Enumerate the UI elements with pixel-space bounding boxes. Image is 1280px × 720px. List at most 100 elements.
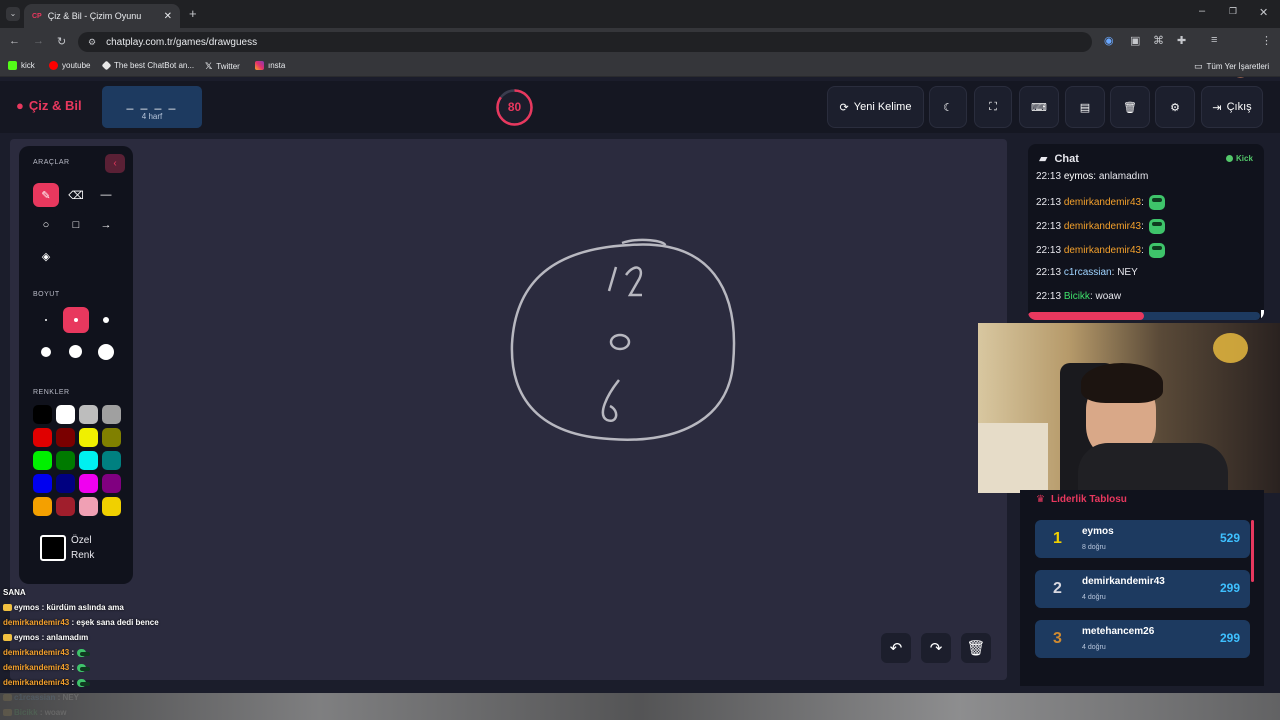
color-swatch[interactable]: [79, 474, 98, 493]
extension-icon-2[interactable]: ▣: [1130, 34, 1140, 47]
color-swatch[interactable]: [56, 474, 75, 493]
color-swatch[interactable]: [79, 405, 98, 424]
frog-emote-icon: [1148, 195, 1165, 210]
fullscreen-icon: ⛶: [989, 100, 997, 113]
chat-time: 22:13: [1036, 267, 1062, 278]
tab-search-icon[interactable]: ⌄: [6, 7, 20, 21]
instagram-icon: [255, 61, 264, 70]
size-option-1[interactable]: [33, 307, 59, 333]
frog-emote-icon: [77, 648, 91, 657]
extension-icon[interactable]: ◉: [1104, 34, 1114, 47]
color-swatch[interactable]: [56, 405, 75, 424]
brush-tool[interactable]: ✎: [33, 183, 59, 207]
tab-close-icon[interactable]: ✕: [164, 11, 172, 22]
color-swatch[interactable]: [102, 428, 121, 447]
chat-message: 22:13 demirkandemir43:: [1036, 219, 1165, 234]
color-swatch[interactable]: [79, 451, 98, 470]
arrow-tool[interactable]: →: [93, 213, 119, 237]
theme-toggle-button[interactable]: ☾: [929, 86, 967, 128]
webcam-hair: [1081, 363, 1163, 403]
site-info-icon[interactable]: ⚙: [88, 37, 96, 48]
keyboard-button[interactable]: ⌨: [1019, 86, 1059, 128]
bookmark-twitter[interactable]: 𝕏 Twitter: [205, 61, 240, 72]
bookmark-insta[interactable]: ınsta: [255, 61, 285, 70]
circle-tool[interactable]: ○: [33, 213, 59, 237]
address-bar[interactable]: ⚙ chatplay.com.tr/games/drawguess: [78, 32, 1092, 52]
size-section-title: BOYUT: [33, 291, 60, 298]
color-swatch[interactable]: [102, 497, 121, 516]
undo-button[interactable]: ↶: [881, 633, 911, 663]
custom-color-label[interactable]: Özel Renk: [71, 533, 94, 563]
size-option-3[interactable]: [93, 307, 119, 333]
chat-username[interactable]: eymos: [1064, 171, 1093, 182]
line-tool[interactable]: —: [93, 183, 119, 207]
collapse-tools-button[interactable]: ‹: [105, 154, 125, 173]
chat-message: 22:13 c1rcassian: NEY: [1036, 267, 1138, 278]
puzzle-icon[interactable]: ✚: [1177, 34, 1186, 47]
number-12-stroke: [607, 266, 643, 297]
color-swatch[interactable]: [56, 428, 75, 447]
url-text: chatplay.com.tr/games/drawguess: [106, 36, 258, 48]
size-option-2[interactable]: [63, 307, 89, 333]
webcam-feed: [978, 323, 1280, 493]
new-tab-icon[interactable]: +: [189, 6, 197, 21]
color-swatch[interactable]: [56, 497, 75, 516]
redo-icon: ↷: [929, 640, 943, 657]
color-swatch[interactable]: [56, 451, 75, 470]
rectangle-tool[interactable]: □: [63, 213, 89, 237]
forward-icon[interactable]: →: [33, 35, 44, 47]
color-swatch[interactable]: [79, 428, 98, 447]
restore-icon[interactable]: ❐: [1229, 6, 1237, 17]
color-swatch[interactable]: [33, 474, 52, 493]
overlay-username: demirkandemir43: [3, 618, 70, 627]
color-swatch[interactable]: [33, 451, 52, 470]
clear-canvas-button[interactable]: 🗑: [961, 633, 991, 663]
reading-list-icon[interactable]: ≡: [1211, 34, 1217, 46]
eraser-tool[interactable]: ⌫: [63, 183, 89, 207]
back-icon[interactable]: ←: [9, 35, 20, 47]
bookmark-youtube[interactable]: youtube: [49, 61, 90, 70]
size-option-5[interactable]: [63, 339, 89, 365]
chat-scroll-handle[interactable]: [1261, 310, 1264, 320]
all-bookmarks[interactable]: ▭ Tüm Yer İşaretleri: [1194, 61, 1269, 72]
browser-tab[interactable]: CP Çiz & Bil - Çizim Oyunu ✕: [24, 4, 180, 28]
gamepad-icon[interactable]: ⌘: [1153, 34, 1164, 47]
color-swatch[interactable]: [33, 497, 52, 516]
chat-header: ▰ Chat: [1039, 152, 1079, 166]
app-logo[interactable]: ● Çiz & Bil: [16, 98, 82, 113]
color-swatch[interactable]: [102, 405, 121, 424]
bookmark-kick[interactable]: kick: [8, 61, 35, 70]
custom-color-swatch[interactable]: [40, 535, 66, 561]
tab-title: Çiz & Bil - Çizim Oyunu: [47, 11, 142, 21]
settings-button[interactable]: ⚙: [1155, 86, 1195, 128]
chat-username[interactable]: demirkandemir43: [1064, 245, 1141, 256]
overlay-text: :: [71, 663, 75, 672]
bookmark-chatbot[interactable]: The best ChatBot an...: [101, 60, 194, 71]
color-swatch[interactable]: [79, 497, 98, 516]
color-swatch[interactable]: [33, 405, 52, 424]
archive-button[interactable]: ▤: [1065, 86, 1105, 128]
size-option-6[interactable]: [93, 339, 119, 365]
close-window-icon[interactable]: ✕: [1259, 6, 1268, 19]
chat-username[interactable]: Bicikk: [1064, 291, 1090, 302]
redo-button[interactable]: ↷: [921, 633, 951, 663]
fullscreen-button[interactable]: ⛶: [974, 86, 1012, 128]
exit-button[interactable]: ⇥ Çıkış: [1201, 86, 1263, 128]
color-swatch[interactable]: [102, 474, 121, 493]
palette-icon: ●: [16, 98, 24, 113]
new-word-button[interactable]: ⟳ Yeni Kelime: [827, 86, 924, 128]
moon-icon: ☾: [943, 101, 953, 114]
color-swatch[interactable]: [33, 428, 52, 447]
color-swatch[interactable]: [102, 451, 121, 470]
menu-icon[interactable]: ⋮: [1261, 34, 1272, 47]
reload-icon[interactable]: ↻: [57, 35, 66, 48]
fill-tool[interactable]: ◈: [33, 244, 59, 268]
minimize-icon[interactable]: –: [1199, 5, 1205, 17]
chat-username[interactable]: demirkandemir43: [1064, 197, 1141, 208]
leaderboard-scrollbar[interactable]: [1251, 520, 1254, 582]
delete-button[interactable]: 🗑: [1110, 86, 1150, 128]
chat-username[interactable]: demirkandemir43: [1064, 221, 1141, 232]
chat-username[interactable]: c1rcassian: [1064, 267, 1112, 278]
bookmark-label: Twitter: [216, 62, 240, 71]
size-option-4[interactable]: [33, 339, 59, 365]
